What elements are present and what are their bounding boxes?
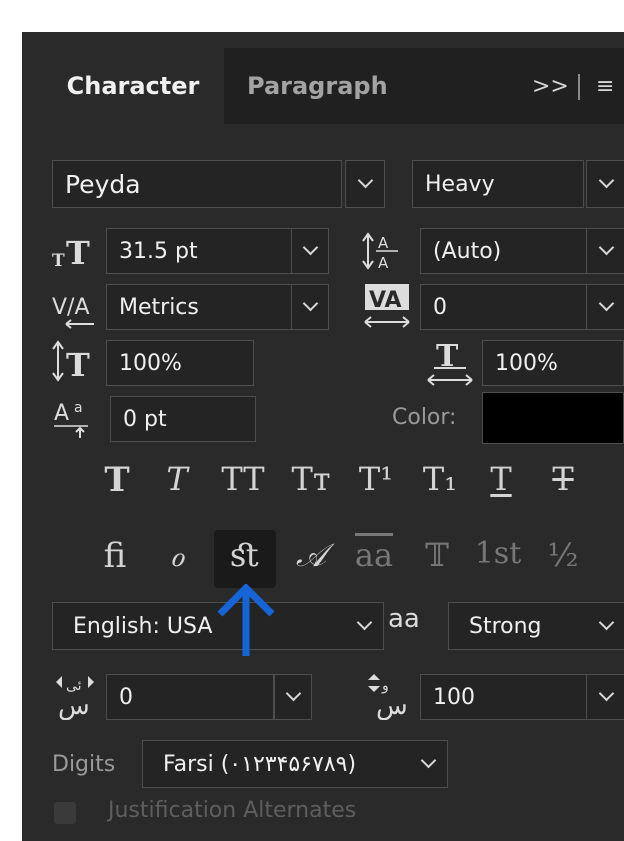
leading-dropdown[interactable] — [586, 228, 624, 274]
color-label: Color: — [392, 405, 457, 430]
diacritic-position-icon: وس — [362, 670, 418, 724]
chevron-down-icon — [302, 295, 319, 312]
strikethrough-icon[interactable]: T — [538, 460, 588, 498]
svg-text:س: س — [376, 691, 408, 720]
vertical-scale-icon: T — [52, 338, 102, 390]
kashida-dropdown[interactable] — [274, 674, 312, 720]
font-size-icon: TT — [52, 228, 100, 276]
tracking-dropdown[interactable] — [586, 284, 624, 330]
double-chevron-right-icon[interactable]: >> — [532, 48, 569, 124]
swash-icon[interactable]: 𝒜 — [284, 536, 338, 575]
leading-icon: AA — [362, 228, 412, 278]
all-caps-icon[interactable]: TT — [212, 460, 274, 498]
kashida-field[interactable]: 0 — [106, 674, 274, 720]
faux-italic-icon[interactable]: T — [152, 460, 202, 498]
chevron-down-icon — [598, 239, 615, 256]
color-swatch[interactable] — [482, 392, 624, 444]
chevron-down-icon — [598, 685, 615, 702]
svg-text:V/A: V/A — [52, 295, 90, 320]
svg-text:T: T — [66, 346, 90, 384]
tracking-icon: VA — [362, 282, 416, 338]
chevron-down-icon — [302, 239, 319, 256]
chevron-down-icon — [420, 752, 437, 769]
kerning-dropdown[interactable] — [291, 284, 329, 330]
svg-text:T: T — [52, 251, 65, 271]
svg-text:A: A — [54, 401, 69, 426]
standard-ligatures-icon[interactable]: fi — [90, 536, 140, 576]
font-style-field[interactable]: Heavy — [412, 160, 584, 208]
svg-text:VA: VA — [369, 288, 402, 313]
font-family-dropdown[interactable] — [345, 160, 385, 208]
leading-field[interactable]: (Auto) — [420, 228, 588, 274]
chevron-down-icon — [356, 614, 373, 631]
subscript-icon[interactable]: T₁ — [412, 460, 468, 498]
chevron-down-icon — [285, 685, 302, 702]
underline-icon[interactable]: T — [476, 460, 526, 498]
tab-character[interactable]: Character — [42, 48, 224, 124]
font-style-dropdown[interactable] — [586, 160, 624, 208]
digits-label: Digits — [52, 752, 116, 777]
svg-text:A: A — [378, 234, 389, 252]
tracking-field[interactable]: 0 — [420, 284, 588, 330]
tab-divider — [578, 74, 580, 100]
kerning-icon: V/A — [52, 284, 102, 336]
ordinals-icon[interactable]: 1st — [466, 536, 530, 571]
faux-bold-icon[interactable]: T — [92, 460, 142, 500]
svg-text:a: a — [74, 400, 83, 416]
svg-text:T: T — [66, 234, 90, 272]
contextual-alternates-icon[interactable]: ℴ — [152, 536, 202, 574]
superscript-icon[interactable]: T¹ — [348, 460, 404, 498]
arrow-up-icon — [217, 584, 275, 656]
justification-alternates-label: Justification Alternates — [108, 798, 357, 823]
antialiasing-icon: aa — [388, 604, 420, 634]
discretionary-ligatures-icon[interactable]: ﬆ — [214, 536, 276, 574]
font-size-dropdown[interactable] — [291, 228, 329, 274]
fractions-icon[interactable]: ½ — [538, 536, 588, 574]
diacritic-position-dropdown[interactable] — [586, 674, 624, 720]
svg-text:A: A — [378, 254, 389, 272]
antialiasing-dropdown[interactable]: Strong — [448, 602, 624, 650]
font-size-field[interactable]: 31.5 pt — [106, 228, 292, 274]
horizontal-scale-icon: T — [426, 336, 480, 392]
titling-alternates-icon[interactable]: 𝕋 — [412, 536, 462, 574]
small-caps-icon[interactable]: Tт — [282, 460, 340, 498]
stylistic-alternates-icon[interactable]: aa — [344, 536, 404, 574]
justification-alternates-checkbox[interactable] — [54, 802, 76, 824]
font-family-field[interactable]: Peyda — [52, 160, 342, 208]
tab-paragraph[interactable]: Paragraph — [247, 48, 388, 124]
diacritic-position-field[interactable]: 100 — [420, 674, 588, 720]
baseline-shift-icon: Aa — [52, 394, 102, 446]
digits-dropdown[interactable]: Farsi (۰۱۲۳۴۵۶۷۸۹) — [142, 740, 448, 788]
chevron-down-icon — [598, 172, 615, 189]
chevron-down-icon — [598, 614, 615, 631]
baseline-shift-field[interactable]: 0 pt — [110, 396, 256, 442]
svg-text:س: س — [58, 691, 90, 720]
kerning-field[interactable]: Metrics — [106, 284, 292, 330]
vertical-scale-field[interactable]: 100% — [106, 340, 254, 386]
hamburger-menu-icon[interactable]: ≡ — [596, 48, 614, 124]
horizontal-scale-field[interactable]: 100% — [482, 340, 624, 386]
chevron-down-icon — [598, 295, 615, 312]
kashida-icon: ئى س — [52, 670, 104, 724]
chevron-down-icon — [357, 172, 374, 189]
